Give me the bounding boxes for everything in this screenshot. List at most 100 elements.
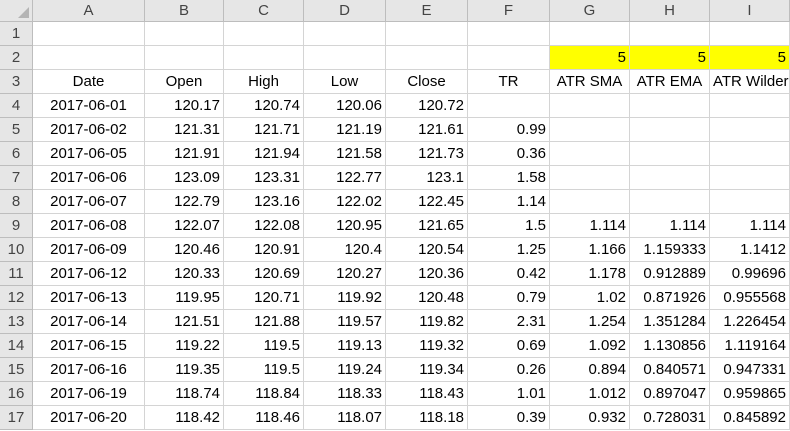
cell-a1[interactable] <box>33 22 145 46</box>
cell-h1[interactable] <box>630 22 710 46</box>
cell-d9[interactable]: 120.95 <box>304 214 386 238</box>
cell-e3[interactable]: Close <box>386 70 468 94</box>
cell-c1[interactable] <box>224 22 304 46</box>
cell-i6[interactable] <box>710 142 790 166</box>
cell-h17[interactable]: 0.728031 <box>630 406 710 430</box>
cell-g1[interactable] <box>550 22 630 46</box>
cell-f7[interactable]: 1.58 <box>468 166 550 190</box>
row-header-10[interactable]: 10 <box>0 238 33 262</box>
cell-c14[interactable]: 119.5 <box>224 334 304 358</box>
column-header-b[interactable]: B <box>145 0 224 22</box>
cell-f11[interactable]: 0.42 <box>468 262 550 286</box>
cell-a14[interactable]: 2017-06-15 <box>33 334 145 358</box>
cell-c13[interactable]: 121.88 <box>224 310 304 334</box>
cell-h11[interactable]: 0.912889 <box>630 262 710 286</box>
cell-d4[interactable]: 120.06 <box>304 94 386 118</box>
cell-f16[interactable]: 1.01 <box>468 382 550 406</box>
cell-e9[interactable]: 121.65 <box>386 214 468 238</box>
cell-a3[interactable]: Date <box>33 70 145 94</box>
cell-g17[interactable]: 0.932 <box>550 406 630 430</box>
cell-c2[interactable] <box>224 46 304 70</box>
cell-h9[interactable]: 1.114 <box>630 214 710 238</box>
cell-c10[interactable]: 120.91 <box>224 238 304 262</box>
cell-b7[interactable]: 123.09 <box>145 166 224 190</box>
cell-h2[interactable]: 5 <box>630 46 710 70</box>
cell-c16[interactable]: 118.84 <box>224 382 304 406</box>
cell-g16[interactable]: 1.012 <box>550 382 630 406</box>
cell-e8[interactable]: 122.45 <box>386 190 468 214</box>
cell-g11[interactable]: 1.178 <box>550 262 630 286</box>
cell-a15[interactable]: 2017-06-16 <box>33 358 145 382</box>
cell-g5[interactable] <box>550 118 630 142</box>
column-header-c[interactable]: C <box>224 0 304 22</box>
row-header-12[interactable]: 12 <box>0 286 33 310</box>
cell-h7[interactable] <box>630 166 710 190</box>
cell-g4[interactable] <box>550 94 630 118</box>
cell-i8[interactable] <box>710 190 790 214</box>
cell-c12[interactable]: 120.71 <box>224 286 304 310</box>
column-header-i[interactable]: I <box>710 0 790 22</box>
cell-d12[interactable]: 119.92 <box>304 286 386 310</box>
cell-a16[interactable]: 2017-06-19 <box>33 382 145 406</box>
cell-c9[interactable]: 122.08 <box>224 214 304 238</box>
cell-c7[interactable]: 123.31 <box>224 166 304 190</box>
cell-h8[interactable] <box>630 190 710 214</box>
cell-i1[interactable] <box>710 22 790 46</box>
column-header-g[interactable]: G <box>550 0 630 22</box>
cell-d10[interactable]: 120.4 <box>304 238 386 262</box>
cell-e10[interactable]: 120.54 <box>386 238 468 262</box>
cell-b12[interactable]: 119.95 <box>145 286 224 310</box>
cell-d11[interactable]: 120.27 <box>304 262 386 286</box>
cell-f3[interactable]: TR <box>468 70 550 94</box>
cell-c4[interactable]: 120.74 <box>224 94 304 118</box>
cell-f10[interactable]: 1.25 <box>468 238 550 262</box>
cell-a9[interactable]: 2017-06-08 <box>33 214 145 238</box>
cell-i5[interactable] <box>710 118 790 142</box>
cell-b11[interactable]: 120.33 <box>145 262 224 286</box>
cell-b3[interactable]: Open <box>145 70 224 94</box>
cell-e4[interactable]: 120.72 <box>386 94 468 118</box>
row-header-15[interactable]: 15 <box>0 358 33 382</box>
cell-i14[interactable]: 1.119164 <box>710 334 790 358</box>
cell-d7[interactable]: 122.77 <box>304 166 386 190</box>
cell-d17[interactable]: 118.07 <box>304 406 386 430</box>
row-header-9[interactable]: 9 <box>0 214 33 238</box>
cell-b6[interactable]: 121.91 <box>145 142 224 166</box>
cell-h5[interactable] <box>630 118 710 142</box>
cell-g8[interactable] <box>550 190 630 214</box>
cell-g6[interactable] <box>550 142 630 166</box>
row-header-16[interactable]: 16 <box>0 382 33 406</box>
cell-i9[interactable]: 1.114 <box>710 214 790 238</box>
row-header-7[interactable]: 7 <box>0 166 33 190</box>
cell-b17[interactable]: 118.42 <box>145 406 224 430</box>
cell-e6[interactable]: 121.73 <box>386 142 468 166</box>
column-header-f[interactable]: F <box>468 0 550 22</box>
cell-f15[interactable]: 0.26 <box>468 358 550 382</box>
cell-c17[interactable]: 118.46 <box>224 406 304 430</box>
cell-b9[interactable]: 122.07 <box>145 214 224 238</box>
cell-h15[interactable]: 0.840571 <box>630 358 710 382</box>
cell-c3[interactable]: High <box>224 70 304 94</box>
column-header-d[interactable]: D <box>304 0 386 22</box>
cell-h14[interactable]: 1.130856 <box>630 334 710 358</box>
cell-d3[interactable]: Low <box>304 70 386 94</box>
cell-i17[interactable]: 0.845892 <box>710 406 790 430</box>
cell-h13[interactable]: 1.351284 <box>630 310 710 334</box>
cell-g15[interactable]: 0.894 <box>550 358 630 382</box>
cell-i2[interactable]: 5 <box>710 46 790 70</box>
cell-g13[interactable]: 1.254 <box>550 310 630 334</box>
cell-a11[interactable]: 2017-06-12 <box>33 262 145 286</box>
cell-a5[interactable]: 2017-06-02 <box>33 118 145 142</box>
cell-e2[interactable] <box>386 46 468 70</box>
row-header-4[interactable]: 4 <box>0 94 33 118</box>
cell-h10[interactable]: 1.159333 <box>630 238 710 262</box>
cell-a17[interactable]: 2017-06-20 <box>33 406 145 430</box>
cell-i10[interactable]: 1.1412 <box>710 238 790 262</box>
cell-i12[interactable]: 0.955568 <box>710 286 790 310</box>
cell-e1[interactable] <box>386 22 468 46</box>
cell-g10[interactable]: 1.166 <box>550 238 630 262</box>
cell-h6[interactable] <box>630 142 710 166</box>
cell-c8[interactable]: 123.16 <box>224 190 304 214</box>
row-header-13[interactable]: 13 <box>0 310 33 334</box>
cell-i13[interactable]: 1.226454 <box>710 310 790 334</box>
